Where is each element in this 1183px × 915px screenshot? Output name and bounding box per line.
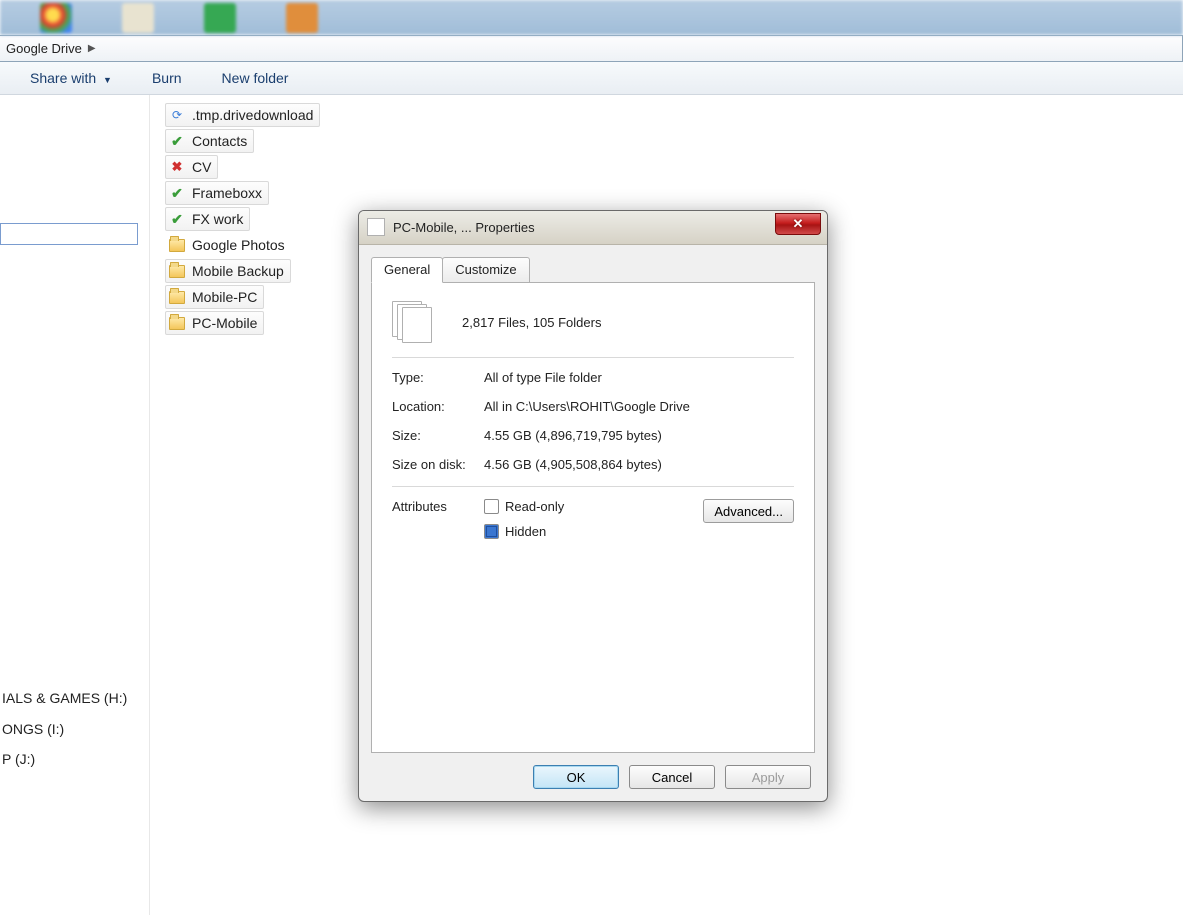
navigation-pane[interactable]: IALS & GAMES (H:) ONGS (I:) P (J:) [0,95,150,915]
taskbar-icon [286,3,318,33]
burn-button[interactable]: Burn [152,70,182,86]
file-item[interactable]: ✖ CV [165,155,218,179]
sync-ok-icon: ✔ [168,210,186,228]
drive-list: IALS & GAMES (H:) ONGS (I:) P (J:) [0,683,127,775]
folder-icon [168,288,186,306]
sync-ok-icon: ✔ [168,132,186,150]
file-item-label: Frameboxx [192,185,262,201]
location-value: All in C:\Users\ROHIT\Google Drive [484,399,690,414]
drive-item[interactable]: IALS & GAMES (H:) [0,683,127,714]
checkbox-icon [484,499,499,514]
file-item-label: Mobile Backup [192,263,284,279]
readonly-label: Read-only [505,499,564,514]
type-value: All of type File folder [484,370,602,385]
file-item[interactable]: Mobile Backup [165,259,291,283]
cancel-button[interactable]: Cancel [629,765,715,789]
type-label: Type: [392,370,484,385]
file-item[interactable]: Google Photos [165,233,292,257]
file-item-label: Mobile-PC [192,289,257,305]
hidden-label: Hidden [505,524,546,539]
close-icon: ✕ [793,216,804,232]
tab-panel-general: 2,817 Files, 105 Folders Type: All of ty… [371,282,815,753]
drive-item[interactable]: P (J:) [0,744,127,775]
nav-edit-box[interactable] [0,223,138,245]
size-label: Size: [392,428,484,443]
taskbar-icon [122,3,154,33]
breadcrumb-arrow-icon: ▶ [88,43,96,54]
properties-dialog: PC-Mobile, ... Properties ✕ General Cust… [358,210,828,802]
taskbar-strip [0,0,1183,35]
dialog-titlebar[interactable]: PC-Mobile, ... Properties ✕ [359,211,827,245]
file-item[interactable]: ⟳ .tmp.drivedownload [165,103,320,127]
dialog-title: PC-Mobile, ... Properties [393,220,535,235]
separator [392,486,794,487]
attributes-label: Attributes [392,499,484,514]
share-with-label: Share with [30,70,96,86]
ok-button[interactable]: OK [533,765,619,789]
share-with-button[interactable]: Share with ▼ [30,70,112,86]
file-item-label: PC-Mobile [192,315,257,331]
readonly-checkbox[interactable]: Read-only [484,499,703,514]
file-folder-summary: 2,817 Files, 105 Folders [462,315,601,330]
size-on-disk-value: 4.56 GB (4,905,508,864 bytes) [484,457,662,472]
advanced-button[interactable]: Advanced... [703,499,794,523]
folder-icon [168,314,186,332]
syncing-icon: ⟳ [168,106,186,124]
separator [392,357,794,358]
tab-general[interactable]: General [371,257,443,283]
taskbar-icon [204,3,236,33]
address-bar[interactable]: Google Drive ▶ [0,35,1183,62]
breadcrumb[interactable]: Google Drive [6,41,82,56]
hidden-checkbox[interactable]: Hidden [484,524,703,539]
chevron-down-icon: ▼ [103,75,112,85]
tab-customize[interactable]: Customize [442,257,529,283]
folder-icon [168,262,186,280]
folder-icon [168,236,186,254]
size-on-disk-label: Size on disk: [392,457,484,472]
explorer-body: IALS & GAMES (H:) ONGS (I:) P (J:) ⟳ .tmp… [0,95,1183,915]
file-item-label: CV [192,159,211,175]
file-item[interactable]: ✔ Contacts [165,129,254,153]
drive-item[interactable]: ONGS (I:) [0,714,127,745]
file-item-label: Contacts [192,133,247,149]
size-value: 4.55 GB (4,896,719,795 bytes) [484,428,662,443]
file-item-label: Google Photos [192,237,285,253]
file-item[interactable]: Mobile-PC [165,285,264,309]
dialog-tabs: General Customize [371,255,815,283]
documents-icon [369,220,385,236]
file-item[interactable]: ✔ FX work [165,207,250,231]
multi-document-icon [392,301,434,343]
sync-ok-icon: ✔ [168,184,186,202]
file-list: ⟳ .tmp.drivedownload ✔ Contacts ✖ CV ✔ Framebox… [165,103,320,335]
close-button[interactable]: ✕ [775,213,821,235]
apply-button[interactable]: Apply [725,765,811,789]
new-folder-button[interactable]: New folder [222,70,289,86]
location-label: Location: [392,399,484,414]
file-item[interactable]: PC-Mobile [165,311,264,335]
dialog-body: General Customize 2,817 Files, 105 Folde… [359,245,827,801]
checkbox-icon [484,524,499,539]
file-item[interactable]: ✔ Frameboxx [165,181,269,205]
explorer-toolbar: Share with ▼ Burn New folder [0,62,1183,95]
sync-error-icon: ✖ [168,158,186,176]
taskbar-icon [40,3,72,33]
file-item-label: .tmp.drivedownload [192,107,313,123]
dialog-button-row: OK Cancel Apply [371,753,815,801]
file-item-label: FX work [192,211,243,227]
